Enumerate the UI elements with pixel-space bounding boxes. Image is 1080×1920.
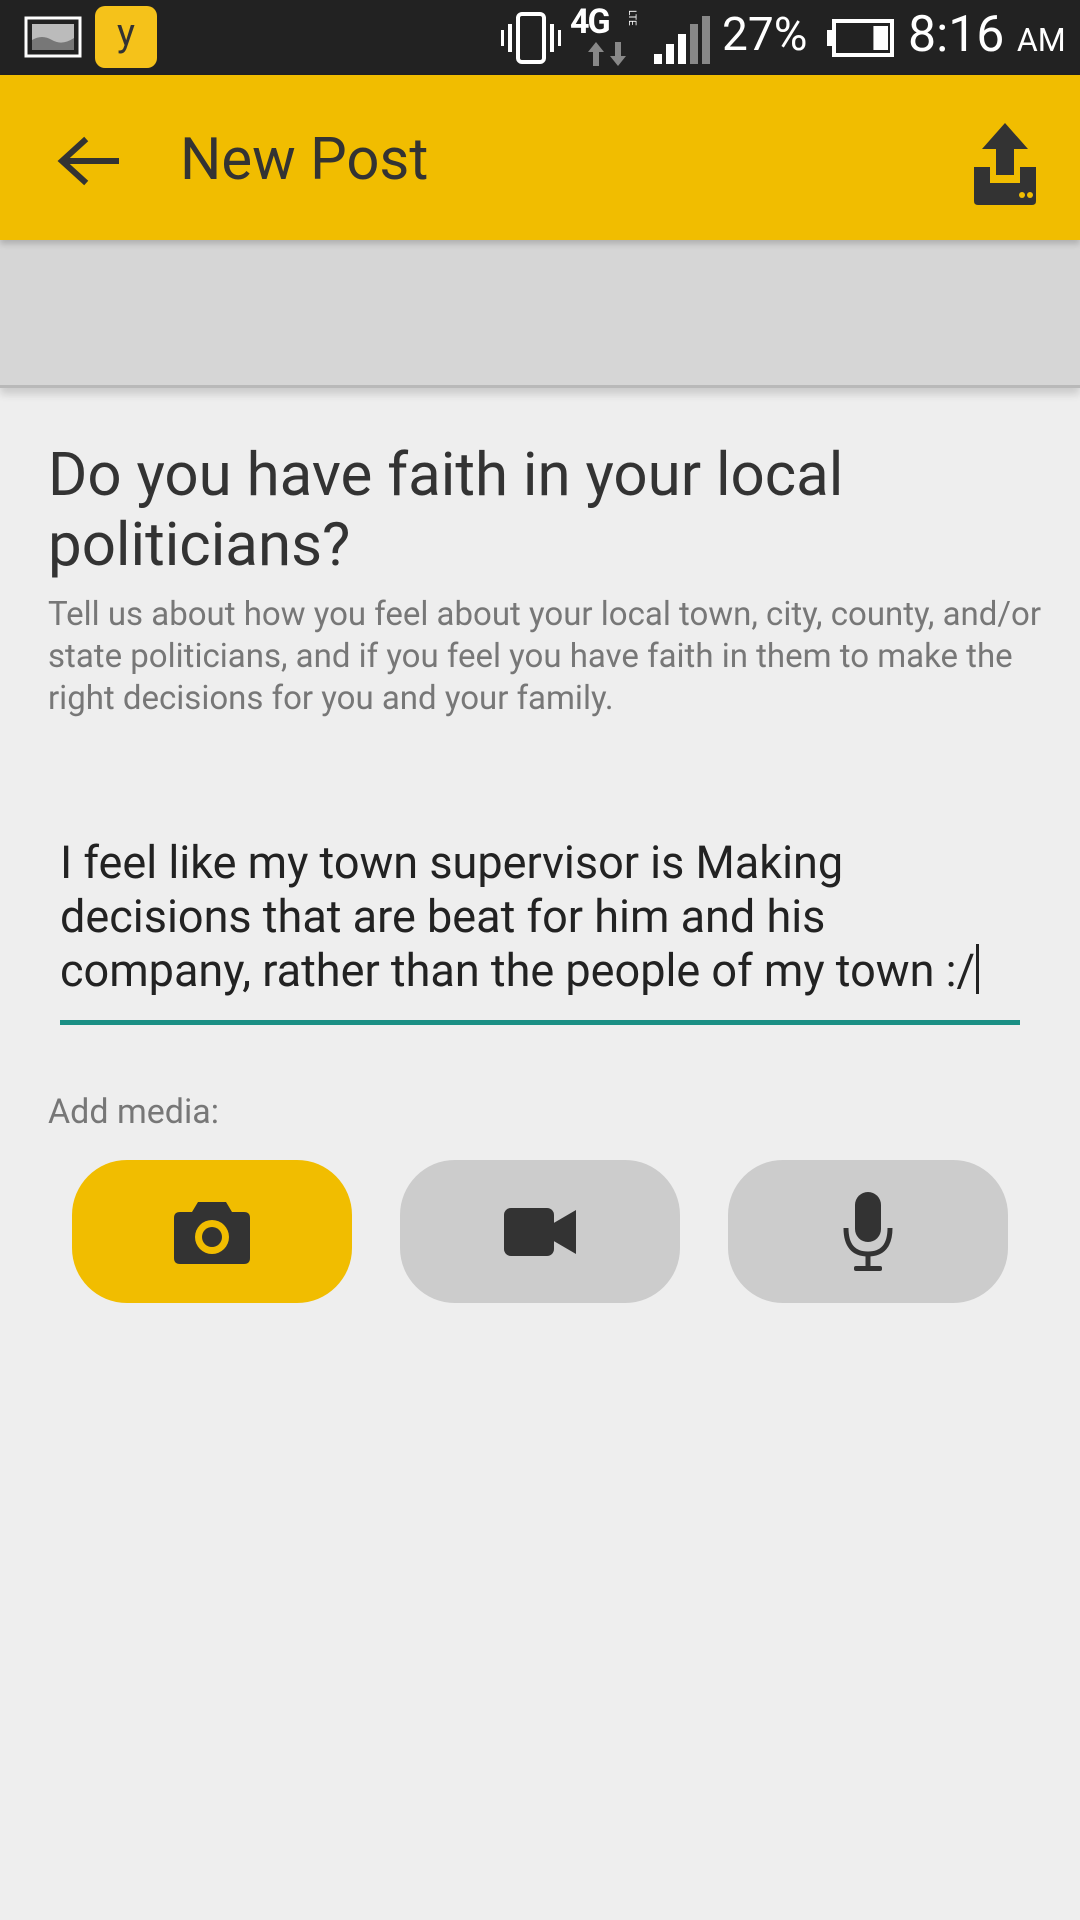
- upload-icon[interactable]: [960, 117, 1050, 207]
- signal-icon: [654, 16, 710, 64]
- app-notification-icon: y: [95, 6, 157, 68]
- battery-percent: 27%: [722, 8, 808, 62]
- network-indicator: 4G LTE: [570, 2, 642, 70]
- gallery-notification-icon: [24, 16, 82, 58]
- text-cursor: [976, 944, 980, 994]
- data-arrows-icon: [588, 42, 626, 66]
- network-type: 4G: [570, 2, 611, 42]
- microphone-icon: [843, 1191, 893, 1271]
- camera-icon: [174, 1201, 250, 1264]
- add-photo-button[interactable]: [72, 1160, 352, 1303]
- clock-ampm: AM: [1016, 21, 1066, 59]
- network-subtype: LTE: [626, 10, 637, 26]
- header-band: [0, 240, 1080, 388]
- input-underline: [60, 1020, 1020, 1025]
- add-audio-button[interactable]: [728, 1160, 1008, 1303]
- battery-icon: [827, 19, 894, 57]
- post-text-input[interactable]: I feel like my town supervisor is Making…: [60, 836, 1020, 998]
- clock: 8:16 AM: [908, 6, 1066, 64]
- clock-time: 8:16: [908, 6, 1005, 64]
- vibrate-icon: [501, 12, 561, 64]
- back-arrow-icon[interactable]: [46, 123, 126, 203]
- add-video-button[interactable]: [400, 1160, 680, 1303]
- app-bar: New Post: [0, 75, 1080, 240]
- prompt-description: Tell us about how you feel about your lo…: [48, 595, 1041, 718]
- page-title: New Post: [180, 126, 429, 194]
- post-text-value: I feel like my town supervisor is Making…: [60, 836, 976, 997]
- prompt-title: Do you have faith in your local politici…: [48, 439, 844, 580]
- add-media-label: Add media:: [48, 1092, 219, 1132]
- status-bar: y 4G LTE 27% 8:16 AM: [0, 0, 1080, 75]
- video-camera-icon: [504, 1207, 576, 1256]
